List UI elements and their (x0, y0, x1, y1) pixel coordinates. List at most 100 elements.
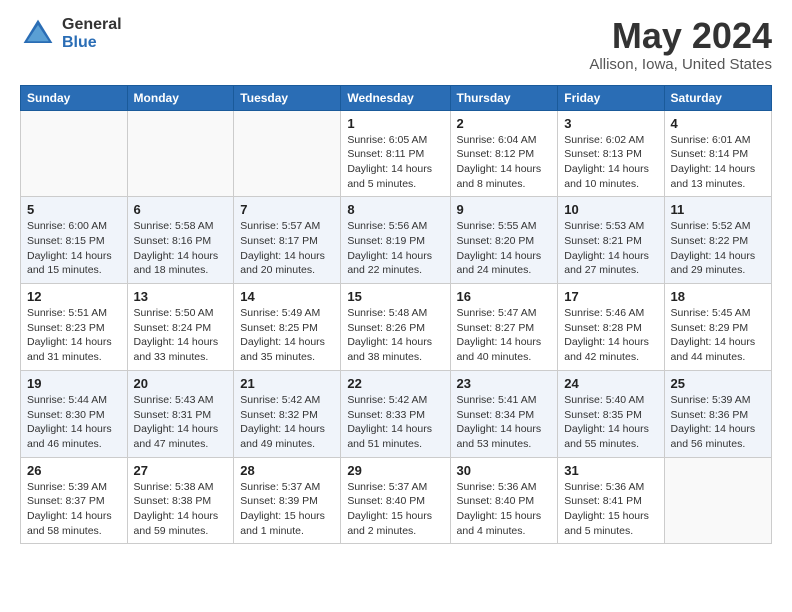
cell-w4-d1: 27 Sunrise: 5:38 AM Sunset: 8:38 PM Dayli… (127, 457, 234, 544)
cell-w1-d4: 9 Sunrise: 5:55 AM Sunset: 8:20 PM Daylig… (450, 197, 558, 284)
day-number-18: 18 (671, 289, 765, 304)
day-number-9: 9 (457, 202, 552, 217)
cell-w2-d3: 15 Sunrise: 5:48 AM Sunset: 8:26 PM Dayli… (341, 284, 450, 371)
day-number-22: 22 (347, 376, 443, 391)
cell-w4-d6 (664, 457, 771, 544)
day-info-29: Sunrise: 5:37 AM Sunset: 8:40 PM Dayligh… (347, 480, 443, 539)
cell-w0-d1 (127, 110, 234, 197)
day-info-12: Sunrise: 5:51 AM Sunset: 8:23 PM Dayligh… (27, 306, 121, 365)
day-number-3: 3 (564, 116, 657, 131)
logo: General Blue (20, 16, 122, 52)
cell-w4-d5: 31 Sunrise: 5:36 AM Sunset: 8:41 PM Dayli… (558, 457, 664, 544)
cell-w1-d1: 6 Sunrise: 5:58 AM Sunset: 8:16 PM Daylig… (127, 197, 234, 284)
day-info-21: Sunrise: 5:42 AM Sunset: 8:32 PM Dayligh… (240, 393, 334, 452)
day-number-27: 27 (134, 463, 228, 478)
day-info-15: Sunrise: 5:48 AM Sunset: 8:26 PM Dayligh… (347, 306, 443, 365)
week-row-4: 26 Sunrise: 5:39 AM Sunset: 8:37 PM Dayli… (21, 457, 772, 544)
day-info-13: Sunrise: 5:50 AM Sunset: 8:24 PM Dayligh… (134, 306, 228, 365)
day-number-11: 11 (671, 202, 765, 217)
logo-blue-text: Blue (62, 34, 122, 52)
col-sunday: Sunday (21, 85, 128, 110)
day-number-29: 29 (347, 463, 443, 478)
cell-w1-d6: 11Sunrise: 5:52 AM Sunset: 8:22 PM Dayli… (664, 197, 771, 284)
day-number-28: 28 (240, 463, 334, 478)
week-row-0: 1 Sunrise: 6:05 AM Sunset: 8:11 PM Daylig… (21, 110, 772, 197)
day-number-8: 8 (347, 202, 443, 217)
day-number-25: 25 (671, 376, 765, 391)
day-info-8: Sunrise: 5:56 AM Sunset: 8:19 PM Dayligh… (347, 219, 443, 278)
day-info-22: Sunrise: 5:42 AM Sunset: 8:33 PM Dayligh… (347, 393, 443, 452)
cell-w2-d2: 14 Sunrise: 5:49 AM Sunset: 8:25 PM Dayli… (234, 284, 341, 371)
day-number-1: 1 (347, 116, 443, 131)
day-info-14: Sunrise: 5:49 AM Sunset: 8:25 PM Dayligh… (240, 306, 334, 365)
cell-w1-d2: 7 Sunrise: 5:57 AM Sunset: 8:17 PM Daylig… (234, 197, 341, 284)
cell-w4-d4: 30 Sunrise: 5:36 AM Sunset: 8:40 PM Dayli… (450, 457, 558, 544)
cell-w4-d3: 29 Sunrise: 5:37 AM Sunset: 8:40 PM Dayli… (341, 457, 450, 544)
day-number-10: 10 (564, 202, 657, 217)
day-number-30: 30 (457, 463, 552, 478)
day-info-24: Sunrise: 5:40 AM Sunset: 8:35 PM Dayligh… (564, 393, 657, 452)
calendar-body: 1 Sunrise: 6:05 AM Sunset: 8:11 PM Daylig… (21, 110, 772, 544)
cell-w3-d1: 20Sunrise: 5:43 AM Sunset: 8:31 PM Dayli… (127, 370, 234, 457)
day-number-7: 7 (240, 202, 334, 217)
day-number-12: 12 (27, 289, 121, 304)
calendar-header: Sunday Monday Tuesday Wednesday Thursday… (21, 85, 772, 110)
cell-w2-d1: 13Sunrise: 5:50 AM Sunset: 8:24 PM Dayli… (127, 284, 234, 371)
cell-w0-d4: 2 Sunrise: 6:04 AM Sunset: 8:12 PM Daylig… (450, 110, 558, 197)
header: General Blue May 2024 Allison, Iowa, Uni… (20, 16, 772, 73)
col-thursday: Thursday (450, 85, 558, 110)
cell-w2-d6: 18Sunrise: 5:45 AM Sunset: 8:29 PM Dayli… (664, 284, 771, 371)
cell-w0-d0 (21, 110, 128, 197)
day-number-14: 14 (240, 289, 334, 304)
day-number-15: 15 (347, 289, 443, 304)
day-info-17: Sunrise: 5:46 AM Sunset: 8:28 PM Dayligh… (564, 306, 657, 365)
day-header-row: Sunday Monday Tuesday Wednesday Thursday… (21, 85, 772, 110)
day-info-1: Sunrise: 6:05 AM Sunset: 8:11 PM Dayligh… (347, 133, 443, 192)
col-monday: Monday (127, 85, 234, 110)
day-number-4: 4 (671, 116, 765, 131)
day-number-26: 26 (27, 463, 121, 478)
cell-w1-d3: 8 Sunrise: 5:56 AM Sunset: 8:19 PM Daylig… (341, 197, 450, 284)
day-info-20: Sunrise: 5:43 AM Sunset: 8:31 PM Dayligh… (134, 393, 228, 452)
week-row-1: 5Sunrise: 6:00 AM Sunset: 8:15 PM Daylig… (21, 197, 772, 284)
day-number-23: 23 (457, 376, 552, 391)
cell-w1-d5: 10 Sunrise: 5:53 AM Sunset: 8:21 PM Dayli… (558, 197, 664, 284)
page: General Blue May 2024 Allison, Iowa, Uni… (0, 0, 792, 560)
day-info-26: Sunrise: 5:39 AM Sunset: 8:37 PM Dayligh… (27, 480, 121, 539)
day-info-9: Sunrise: 5:55 AM Sunset: 8:20 PM Dayligh… (457, 219, 552, 278)
day-info-30: Sunrise: 5:36 AM Sunset: 8:40 PM Dayligh… (457, 480, 552, 539)
day-number-21: 21 (240, 376, 334, 391)
day-info-28: Sunrise: 5:37 AM Sunset: 8:39 PM Dayligh… (240, 480, 334, 539)
logo-icon (20, 16, 56, 52)
day-info-31: Sunrise: 5:36 AM Sunset: 8:41 PM Dayligh… (564, 480, 657, 539)
cell-w1-d0: 5Sunrise: 6:00 AM Sunset: 8:15 PM Daylig… (21, 197, 128, 284)
cell-w2-d0: 12 Sunrise: 5:51 AM Sunset: 8:23 PM Dayli… (21, 284, 128, 371)
cell-w2-d5: 17Sunrise: 5:46 AM Sunset: 8:28 PM Dayli… (558, 284, 664, 371)
day-info-23: Sunrise: 5:41 AM Sunset: 8:34 PM Dayligh… (457, 393, 552, 452)
col-saturday: Saturday (664, 85, 771, 110)
day-info-27: Sunrise: 5:38 AM Sunset: 8:38 PM Dayligh… (134, 480, 228, 539)
day-info-10: Sunrise: 5:53 AM Sunset: 8:21 PM Dayligh… (564, 219, 657, 278)
day-info-2: Sunrise: 6:04 AM Sunset: 8:12 PM Dayligh… (457, 133, 552, 192)
day-info-5: Sunrise: 6:00 AM Sunset: 8:15 PM Dayligh… (27, 219, 121, 278)
day-info-6: Sunrise: 5:58 AM Sunset: 8:16 PM Dayligh… (134, 219, 228, 278)
day-number-16: 16 (457, 289, 552, 304)
day-number-31: 31 (564, 463, 657, 478)
col-wednesday: Wednesday (341, 85, 450, 110)
logo-text: General Blue (62, 16, 122, 51)
col-friday: Friday (558, 85, 664, 110)
day-number-2: 2 (457, 116, 552, 131)
cell-w0-d3: 1 Sunrise: 6:05 AM Sunset: 8:11 PM Daylig… (341, 110, 450, 197)
week-row-3: 19Sunrise: 5:44 AM Sunset: 8:30 PM Dayli… (21, 370, 772, 457)
day-number-6: 6 (134, 202, 228, 217)
day-info-19: Sunrise: 5:44 AM Sunset: 8:30 PM Dayligh… (27, 393, 121, 452)
cell-w4-d2: 28 Sunrise: 5:37 AM Sunset: 8:39 PM Dayli… (234, 457, 341, 544)
calendar-table: Sunday Monday Tuesday Wednesday Thursday… (20, 85, 772, 545)
calendar-title: May 2024 (589, 16, 772, 56)
cell-w0-d6: 4Sunrise: 6:01 AM Sunset: 8:14 PM Daylig… (664, 110, 771, 197)
day-info-7: Sunrise: 5:57 AM Sunset: 8:17 PM Dayligh… (240, 219, 334, 278)
cell-w0-d5: 3Sunrise: 6:02 AM Sunset: 8:13 PM Daylig… (558, 110, 664, 197)
logo-general-text: General (62, 16, 122, 34)
cell-w4-d0: 26 Sunrise: 5:39 AM Sunset: 8:37 PM Dayli… (21, 457, 128, 544)
title-block: May 2024 Allison, Iowa, United States (589, 16, 772, 73)
